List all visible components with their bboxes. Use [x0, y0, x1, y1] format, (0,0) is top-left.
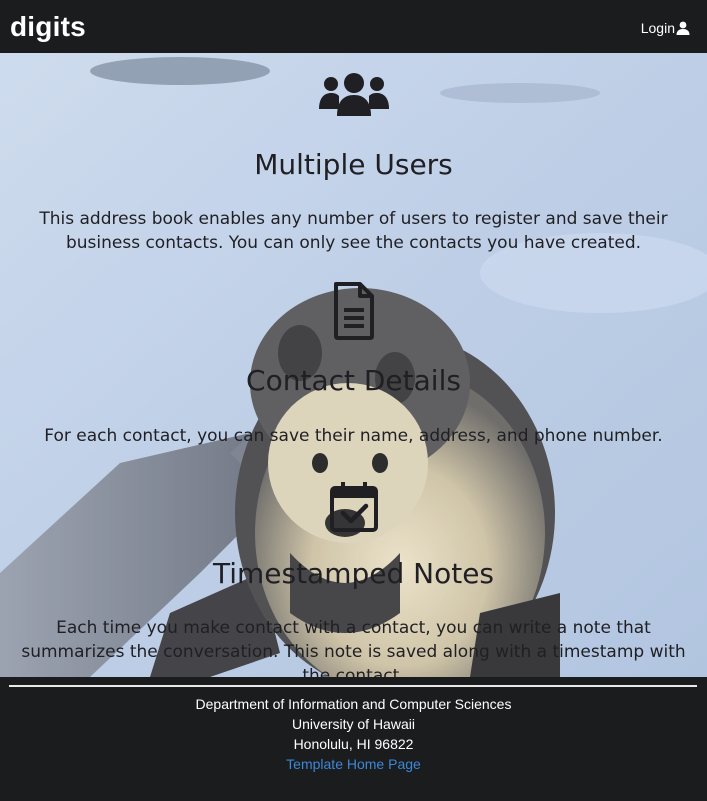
login-label: Login — [640, 20, 675, 36]
calendar-icon-wrapper — [0, 481, 707, 533]
brand-logo-link[interactable]: digits — [10, 10, 86, 44]
feature-title-notes: Timestamped Notes — [212, 557, 495, 590]
feature-text-users: This address book enables any number of … — [39, 209, 668, 253]
template-home-link[interactable]: Template Home Page — [286, 756, 421, 772]
file-document-icon — [333, 282, 374, 340]
users-icon — [318, 73, 389, 116]
feature-title-users: Multiple Users — [254, 148, 453, 181]
footer-address: Department of Information and Computer S… — [0, 694, 707, 774]
footer-department: Department of Information and Computer S… — [195, 696, 512, 712]
footer-divider — [9, 685, 697, 687]
feature-text-notes: Each time you make contact with a contac… — [21, 618, 686, 677]
user-icon — [676, 21, 690, 35]
calendar-check-icon — [329, 482, 378, 532]
file-icon-wrapper — [0, 282, 707, 340]
top-navbar: digits Login — [0, 0, 707, 53]
footer-university: University of Hawaii — [292, 716, 415, 732]
feature-text-contact: For each contact, you can save their nam… — [44, 426, 663, 446]
feature-title-contact: Contact Details — [246, 364, 461, 397]
landing-background: Multiple Users This address book enables… — [0, 53, 707, 677]
login-dropdown[interactable]: Login — [641, 19, 690, 37]
footer: Department of Information and Computer S… — [0, 677, 707, 801]
users-icon-wrapper — [0, 73, 707, 117]
footer-city: Honolulu, HI 96822 — [293, 736, 414, 752]
